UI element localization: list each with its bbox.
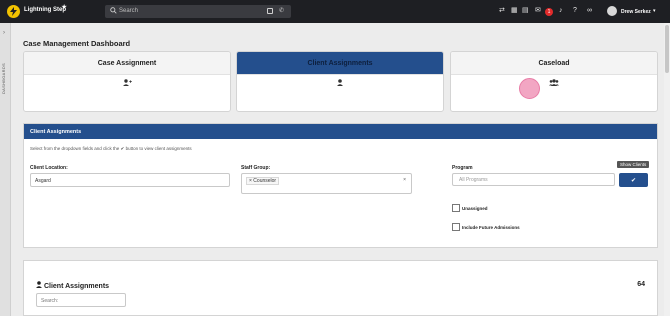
staff-group-tag-counselor[interactable]: × Counselor xyxy=(246,177,280,185)
client-location-value: Asgard xyxy=(35,178,51,184)
search-icon xyxy=(110,7,117,14)
lightning-logo-icon[interactable] xyxy=(7,5,20,18)
client-location-select[interactable]: Asgard xyxy=(30,173,230,187)
global-search-box[interactable]: Search ✆ xyxy=(105,5,291,18)
panel-header: Client Assignments xyxy=(24,124,657,139)
messages-icon[interactable]: ✉ xyxy=(535,7,541,14)
list-search-placeholder: Search: xyxy=(41,298,59,304)
unassigned-label: Unassigned xyxy=(462,206,488,211)
transfer-icon[interactable]: ⇄ xyxy=(499,7,505,14)
user-name[interactable]: Drew Serkez xyxy=(621,9,651,15)
program-placeholder: All Programs xyxy=(459,177,488,183)
unassigned-checkbox[interactable] xyxy=(452,204,460,212)
help-icon[interactable]: ? xyxy=(573,7,577,14)
chevron-down-icon[interactable]: ▾ xyxy=(653,8,656,14)
top-navbar: Lightning Step ★ Search ✆ ⇄ ▦ ▤ ✉ 1 ♪ ? … xyxy=(0,0,670,23)
clear-selection-icon[interactable]: × xyxy=(403,177,406,183)
checkmark-icon: ✔ xyxy=(630,177,637,184)
link-icon[interactable]: ∞ xyxy=(587,7,592,14)
card-title: Caseload xyxy=(451,52,657,75)
sidebar-vertical-label[interactable]: DASHBOARDS xyxy=(1,63,10,94)
scrollbar-thumb[interactable] xyxy=(665,25,669,73)
search-input[interactable]: Search xyxy=(119,8,138,14)
show-clients-tooltip: Show Clients xyxy=(617,161,650,168)
program-label: Program xyxy=(452,165,473,171)
list-search-input[interactable]: Search: xyxy=(36,293,126,307)
page-title: Case Management Dashboard xyxy=(23,39,131,48)
include-future-admissions-checkbox[interactable] xyxy=(452,223,460,231)
app-title[interactable]: Lightning Step xyxy=(24,7,66,13)
instructions-text: Select from the dropdown fields and clic… xyxy=(30,146,192,151)
user-plus-icon xyxy=(24,79,230,88)
user-icon xyxy=(36,281,42,288)
list-title: Client Assignments xyxy=(36,281,109,290)
collapsed-sidebar: › DASHBOARDS xyxy=(0,23,11,316)
favorite-star-icon[interactable]: ★ xyxy=(61,3,67,11)
bell-icon[interactable]: ♪ xyxy=(559,7,563,14)
mouse-cursor-highlight xyxy=(519,78,540,99)
caseload-card[interactable]: Caseload xyxy=(450,51,658,112)
client-assignments-card[interactable]: Client Assignments xyxy=(236,51,444,112)
card-title: Case Assignment xyxy=(24,52,230,75)
phone-icon[interactable]: ✆ xyxy=(279,7,284,14)
notification-badge[interactable]: 1 xyxy=(545,8,553,16)
users-icon xyxy=(451,79,657,88)
user-icon xyxy=(237,79,443,88)
card-title: Client Assignments xyxy=(237,52,443,75)
grid-icon[interactable]: ▤ xyxy=(522,7,529,14)
expand-sidebar-icon[interactable]: › xyxy=(3,30,5,36)
client-assignments-filter-panel: Client Assignments Select from the dropd… xyxy=(23,123,658,248)
include-future-admissions-label: Include Future Admissions xyxy=(462,225,520,230)
client-location-label: Client Location: xyxy=(30,165,68,171)
staff-group-select[interactable]: × Counselor × xyxy=(241,173,412,194)
avatar[interactable] xyxy=(607,6,617,16)
client-assignments-list-panel: Client Assignments 64 Search: xyxy=(23,260,658,316)
calendar-icon[interactable] xyxy=(267,8,273,14)
show-clients-button[interactable]: ✔ xyxy=(619,173,648,187)
page-scrollbar[interactable] xyxy=(664,23,670,316)
list-title-text: Client Assignments xyxy=(43,283,110,290)
staff-group-label: Staff Group: xyxy=(241,165,271,171)
calendar-nav-icon[interactable]: ▦ xyxy=(511,7,518,14)
client-count: 64 xyxy=(637,281,645,288)
case-assignment-card[interactable]: Case Assignment xyxy=(23,51,231,112)
program-select[interactable]: All Programs xyxy=(452,173,615,186)
